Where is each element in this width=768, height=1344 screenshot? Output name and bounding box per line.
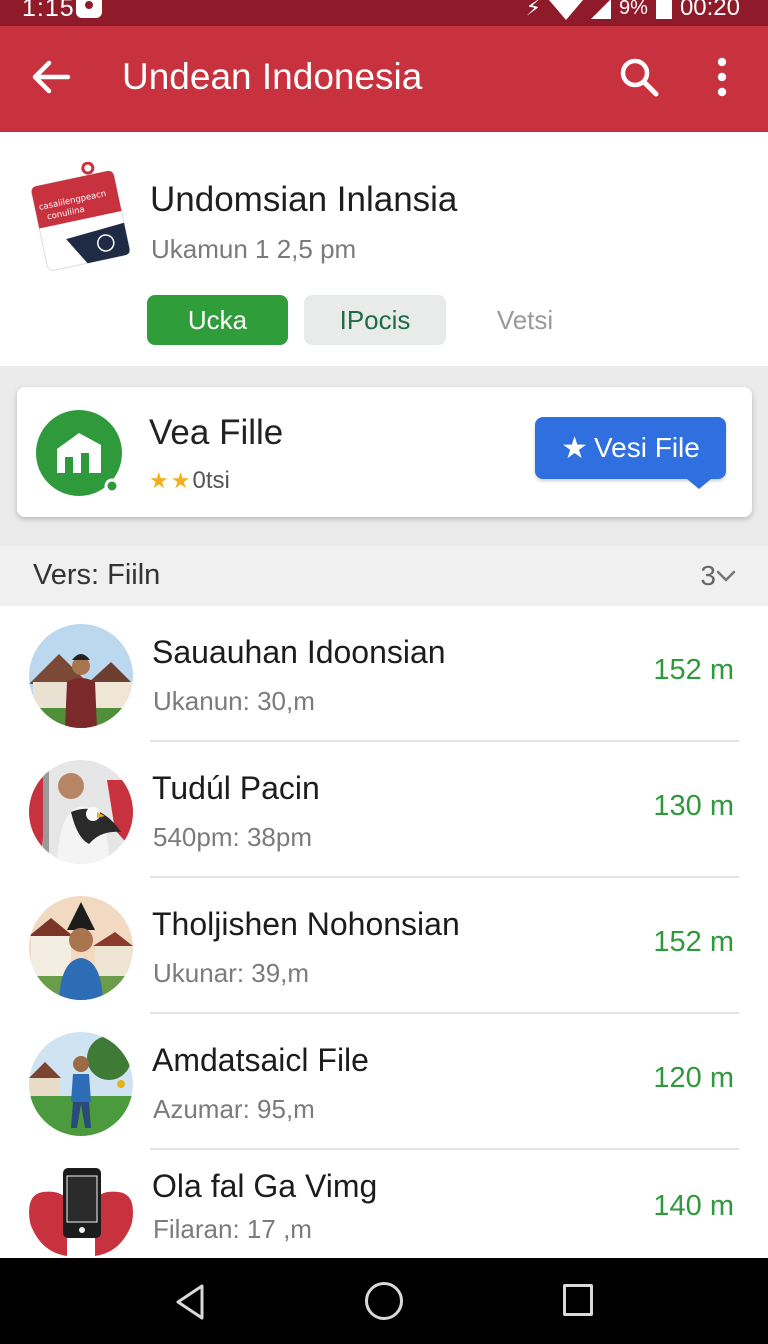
- item-title: Sauauhan Idoonsian: [152, 634, 446, 670]
- chip-vetsi[interactable]: Vetsi: [470, 295, 580, 345]
- file-list: Sauauhan Idoonsian Ukanun: 30,m 152 m Tu…: [0, 606, 768, 1258]
- featured-rating: ★ ★ 0tsi: [149, 467, 230, 495]
- app-bar: Undean Indonesia: [0, 26, 768, 132]
- screen-record-icon: [76, 0, 102, 18]
- avatar-man-with-eagle: [29, 760, 133, 864]
- item-subtitle: 540pm: 38pm: [153, 822, 312, 852]
- more-vert-icon[interactable]: [706, 56, 738, 98]
- wifi-icon: [549, 0, 584, 20]
- signal-icon: [591, 0, 612, 19]
- item-subtitle: Azumar: 95,m: [153, 1094, 315, 1124]
- data-saver-icon: ⚡: [525, 0, 542, 20]
- star-icon: ★: [149, 468, 169, 493]
- section-count: 3: [700, 560, 716, 591]
- status-time: 1:15: [22, 0, 75, 22]
- list-item[interactable]: Tholjishen Nohonsian Ukunar: 39,m 152 m: [0, 878, 768, 1014]
- app-logo-icon: casaiilengpeacn conuliina: [31, 162, 131, 271]
- section-header[interactable]: Vers: Fiiln 3: [0, 546, 768, 606]
- item-value: 120 m: [653, 1062, 734, 1094]
- battery-icon: [655, 0, 672, 19]
- app-header: casaiilengpeacn conuliina Undomsian Inla…: [0, 132, 768, 366]
- item-title: Amdatsaicl File: [152, 1042, 369, 1078]
- chevron-down-icon[interactable]: [716, 566, 736, 586]
- section-title: Vers: Fiiln: [33, 559, 161, 591]
- star-icon: ★: [170, 468, 191, 493]
- list-item[interactable]: Amdatsaicl File Azumar: 95,m 120 m: [0, 1014, 768, 1150]
- item-value: 152 m: [653, 926, 734, 958]
- avatar-man-on-field: [29, 1032, 133, 1136]
- status-bar: 1:15 ⚡ 9% 00:20: [0, 0, 768, 26]
- chip-ucka[interactable]: Ucka: [147, 295, 288, 345]
- arrow-back-icon[interactable]: [30, 56, 72, 98]
- item-title: Tudúl Pacin: [152, 770, 320, 806]
- app-name: Undomsian Inlansia: [150, 180, 458, 219]
- item-title: Ola fal Ga Vimg: [152, 1168, 378, 1204]
- featured-card[interactable]: Vea Fille ★ ★ 0tsi ★ Vesi File: [17, 387, 752, 517]
- status-clock: 00:20: [679, 0, 740, 21]
- nav-back-icon[interactable]: [172, 1282, 208, 1322]
- item-value: 140 m: [653, 1190, 734, 1222]
- search-icon[interactable]: [618, 56, 660, 98]
- item-subtitle: Ukunar: 39,m: [153, 958, 310, 988]
- item-value: 130 m: [653, 790, 734, 822]
- page-title: Undean Indonesia: [122, 56, 423, 97]
- featured-app-icon: [36, 410, 122, 496]
- featured-title: Vea Fille: [149, 413, 284, 452]
- list-item[interactable]: Ola fal Ga Vimg Filaran: 17 ,m 140 m: [0, 1150, 768, 1258]
- featured-button-label: Vesi File: [594, 432, 700, 463]
- item-title: Tholjishen Nohonsian: [152, 906, 460, 942]
- avatar-boy-with-hat: [29, 896, 133, 1000]
- status-icons: ⚡ 9% 00:20: [526, 0, 740, 22]
- nav-recent-icon[interactable]: [563, 1284, 593, 1316]
- avatar-phone-icon: [29, 1160, 133, 1258]
- battery-percent: 9%: [619, 0, 648, 19]
- rating-text: 0tsi: [192, 467, 230, 494]
- item-subtitle: Ukanun: 30,m: [153, 686, 315, 716]
- app-meta: Ukamun 1 2,5 pm: [151, 234, 357, 264]
- item-subtitle: Filaran: 17 ,m: [153, 1214, 312, 1244]
- avatar-man-in-front-of-house: [29, 624, 133, 728]
- item-value: 152 m: [653, 654, 734, 686]
- featured-action-button[interactable]: ★ Vesi File: [535, 417, 726, 489]
- system-nav-bar: [0, 1258, 768, 1344]
- list-item[interactable]: Sauauhan Idoonsian Ukanun: 30,m 152 m: [0, 606, 768, 742]
- star-icon: ★: [561, 431, 589, 465]
- list-item[interactable]: Tudúl Pacin 540pm: 38pm 130 m: [0, 742, 768, 878]
- chip-ipocis[interactable]: IPocis: [304, 295, 446, 345]
- nav-home-icon[interactable]: [365, 1282, 403, 1320]
